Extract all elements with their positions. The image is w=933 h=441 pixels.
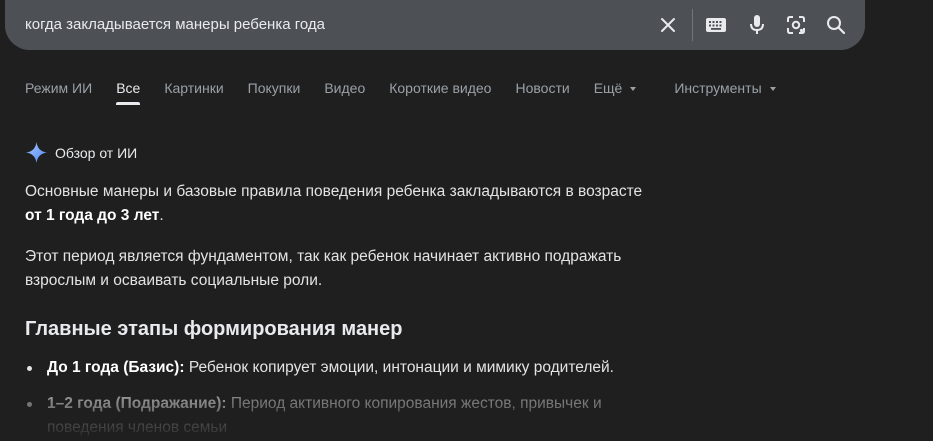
tab-videos[interactable]: Видео xyxy=(324,80,365,104)
overview-paragraph-2: Этот период является фундаментом, так ка… xyxy=(25,248,622,289)
tab-short-videos[interactable]: Короткие видео xyxy=(389,80,491,104)
overview-paragraph-1: Основные манеры и базовые правила поведе… xyxy=(25,180,685,228)
list-item-title: 1–2 года (Подражание): xyxy=(47,395,227,412)
tab-label: Ещё xyxy=(593,80,623,96)
tab-tools[interactable]: Инструменты xyxy=(674,80,776,104)
highlight-text: от 1 года до 3 лет xyxy=(25,207,160,224)
paragraph-end: . xyxy=(159,207,164,224)
list-item: До 1 года (Базис): Ребенок копирует эмоц… xyxy=(25,356,645,380)
list-item: 1–2 года (Подражание): Период активного … xyxy=(25,392,645,440)
chevron-down-icon xyxy=(630,86,637,91)
tab-label: Видео xyxy=(324,80,366,96)
ai-overview-content: Основные манеры и базовые правила поведе… xyxy=(25,180,685,310)
tab-ai-mode[interactable]: Режим ИИ xyxy=(25,80,92,104)
search-icon[interactable] xyxy=(824,13,848,37)
tab-shopping[interactable]: Покупки xyxy=(248,80,301,104)
tab-label: Короткие видео xyxy=(389,80,492,96)
search-input[interactable]: когда закладывается манеры ребенка года xyxy=(25,16,325,33)
tab-label: Новости xyxy=(515,80,570,96)
paragraph-text: Основные манеры и базовые правила поведе… xyxy=(25,183,643,200)
bullet-icon xyxy=(27,366,32,371)
list-item-title: До 1 года (Базис): xyxy=(47,359,185,376)
camera-lens-icon[interactable] xyxy=(784,13,808,37)
search-results-page: когда закладывается манеры ребенка года xyxy=(0,0,933,441)
chevron-down-icon xyxy=(769,86,776,91)
bullet-icon xyxy=(27,402,32,407)
search-bar[interactable]: когда закладывается манеры ребенка года xyxy=(5,0,865,50)
tab-label: Покупки xyxy=(247,80,301,96)
tab-images[interactable]: Картинки xyxy=(164,80,223,104)
sparkle-icon xyxy=(25,141,48,164)
tab-label: Все xyxy=(116,80,141,96)
keyboard-icon[interactable] xyxy=(704,13,728,37)
search-bar-divider xyxy=(692,9,693,41)
list-item-text: Ребенок копирует эмоции, интонации и мим… xyxy=(184,359,614,376)
close-icon[interactable] xyxy=(656,13,680,37)
section-heading: Главные этапы формирования манер xyxy=(25,318,403,340)
tab-news[interactable]: Новости xyxy=(515,80,569,104)
stages-list: До 1 года (Базис): Ребенок копирует эмоц… xyxy=(25,356,645,441)
search-tabs: Режим ИИ Все Картинки Покупки Видео Коро… xyxy=(25,80,800,110)
tab-label: Картинки xyxy=(164,80,224,96)
microphone-icon[interactable] xyxy=(745,13,769,37)
tab-label: Режим ИИ xyxy=(25,80,93,96)
tab-all[interactable]: Все xyxy=(116,80,141,105)
ai-overview-label: Обзор от ИИ xyxy=(55,144,138,161)
ai-overview-header: Обзор от ИИ xyxy=(25,141,137,164)
tab-label: Инструменты xyxy=(674,80,762,96)
tab-more[interactable]: Ещё xyxy=(594,80,637,104)
